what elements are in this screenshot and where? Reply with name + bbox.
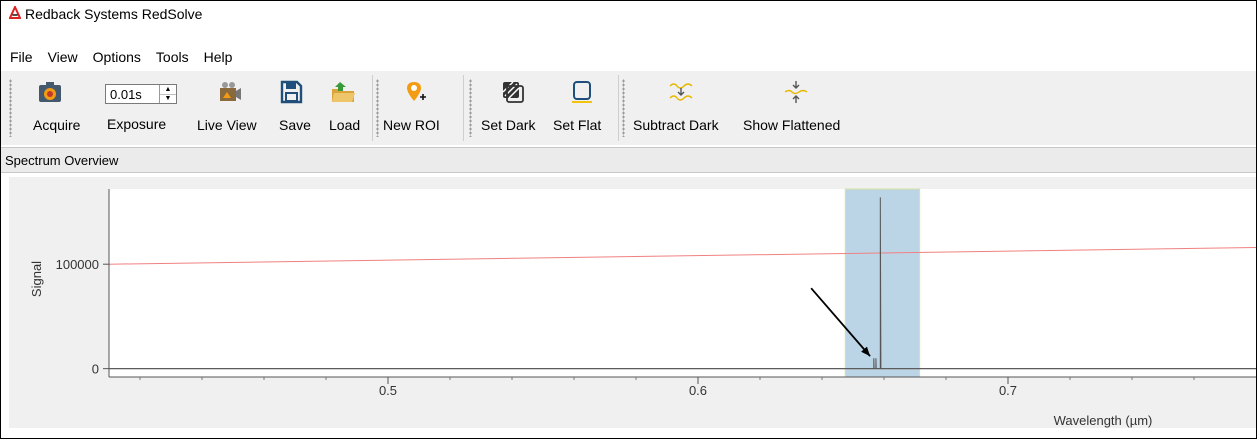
x-tick-label: 0.7 [999,383,1017,398]
app-window: Redback Systems RedSolve File View Optio… [0,0,1257,439]
roi-region[interactable] [844,188,921,378]
y-tick-label: 0 [92,362,99,377]
spectrum-chart[interactable]: 0.5 0.6 0.7 0 100000 Wavelength (µm) Signal [1,1,1256,438]
x-axis-label: Wavelength (µm) [1054,413,1153,428]
y-axis-label: Signal [29,261,44,297]
plot-area[interactable] [109,189,1256,377]
x-tick-label: 0.5 [379,383,397,398]
x-tick-label: 0.6 [689,383,707,398]
y-tick-label: 100000 [56,257,99,272]
